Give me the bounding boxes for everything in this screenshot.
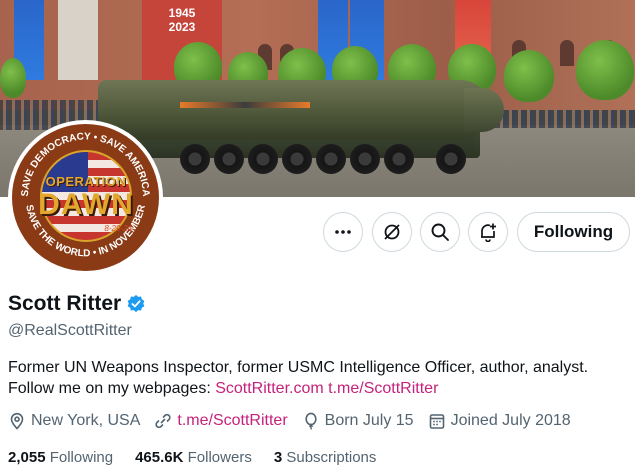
following-label: Following: [49, 449, 114, 466]
following-button[interactable]: Following: [517, 212, 630, 252]
profile-name-row: Scott Ritter: [8, 292, 146, 316]
profile-stats: 2,055 Following 465.6K Followers 3 Subsc…: [8, 449, 398, 466]
truck-wheel: [180, 144, 210, 174]
bio-link-telegram[interactable]: t.me/ScottRitter: [328, 380, 438, 397]
bell-plus-icon: [481, 223, 496, 242]
profile-joined: Joined July 2018: [428, 412, 571, 430]
verified-badge-icon[interactable]: [126, 294, 146, 314]
banner-flag: [58, 0, 98, 80]
profile-bio: Former UN Weapons Inspector, former USMC…: [8, 357, 633, 399]
avatar-badge: SAVE DEMOCRACY • SAVE AMERICA SAVE THE W…: [12, 124, 159, 271]
banner-missile-stripe: [180, 102, 310, 108]
profile-website[interactable]: t.me/ScottRitter: [154, 412, 288, 430]
joined-text: Joined July 2018: [450, 412, 571, 429]
truck-wheel: [384, 144, 414, 174]
banner-tree: [504, 50, 554, 102]
subscriptions-stat[interactable]: 3 Subscriptions: [274, 449, 377, 466]
location-pin-icon: [10, 412, 24, 430]
banner-tree: [0, 58, 26, 98]
followers-count: 465.6K: [135, 449, 184, 466]
truck-wheel: [214, 144, 244, 174]
avatar-dawn-text: DAWN: [38, 188, 134, 221]
profile-handle: @RealScottRitter: [8, 322, 132, 339]
balloon-icon: [305, 412, 317, 430]
website-link[interactable]: t.me/ScottRitter: [177, 412, 287, 430]
birthday-text: Born July 15: [324, 412, 414, 429]
following-count: 2,055: [8, 449, 46, 466]
subscriptions-label: Subscriptions: [286, 449, 377, 466]
avatar-date-text: 8-29-24: [104, 224, 132, 233]
profile-location: New York, USA: [8, 412, 140, 430]
grok-icon: [384, 224, 400, 240]
profile-birthday: Born July 15: [302, 412, 414, 430]
poster-year-1: 1945: [168, 6, 196, 20]
more-icon: [335, 230, 351, 234]
location-text: New York, USA: [31, 412, 141, 429]
grok-button[interactable]: [372, 212, 412, 252]
banner-crowd: [488, 110, 635, 128]
truck-wheel: [350, 144, 380, 174]
bio-prefix-text: Follow me on my webpages:: [8, 380, 216, 397]
subscriptions-count: 3: [273, 449, 283, 466]
more-button[interactable]: [323, 212, 363, 252]
notifications-button[interactable]: [468, 212, 508, 252]
poster-year-2: 2023: [168, 20, 196, 34]
avatar-operation-text: OPERATION: [45, 174, 127, 189]
truck-wheel: [248, 144, 278, 174]
profile-meta: New York, USA t.me/ScottRitter Born July…: [8, 412, 585, 430]
bio-line-1: Former UN Weapons Inspector, former USMC…: [8, 359, 589, 376]
calendar-icon: [429, 414, 444, 429]
search-button[interactable]: [420, 212, 460, 252]
banner-window: [560, 40, 574, 66]
profile-avatar[interactable]: SAVE DEMOCRACY • SAVE AMERICA SAVE THE W…: [8, 120, 163, 275]
following-stat[interactable]: 2,055 Following: [8, 449, 113, 466]
followers-stat[interactable]: 465.6K Followers: [135, 449, 252, 466]
truck-wheel: [436, 144, 466, 174]
truck-wheel: [282, 144, 312, 174]
profile-name: Scott Ritter: [8, 292, 122, 315]
bio-link-website[interactable]: ScottRitter.com: [215, 380, 323, 397]
truck-wheel: [316, 144, 346, 174]
followers-label: Followers: [187, 449, 252, 466]
banner-tree: [576, 40, 634, 100]
link-icon: [155, 413, 171, 429]
bio-line-2: Follow me on my webpages: ScottRitter.co…: [8, 378, 633, 399]
search-icon: [431, 223, 449, 241]
